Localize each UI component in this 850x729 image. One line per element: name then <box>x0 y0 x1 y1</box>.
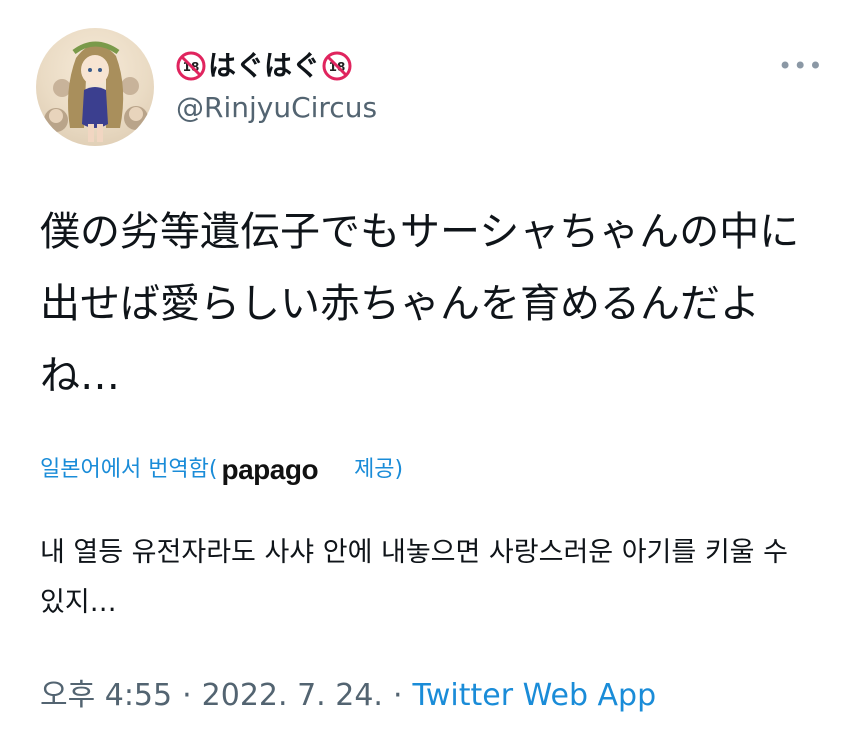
more-options-icon[interactable]: ••• <box>778 54 823 78</box>
avatar-image <box>44 41 148 142</box>
translated-text: 내 열등 유전자라도 사샤 안에 내놓으면 사랑스러운 아기를 키울 수 있지… <box>40 537 788 618</box>
display-name-text: はぐはぐ <box>208 49 321 82</box>
tweet-date[interactable]: 2022. 7. 24. <box>202 676 383 716</box>
meta-separator: · <box>392 678 403 713</box>
no-under-18-icon: 18 <box>322 51 352 81</box>
tweet-meta: 오후 4:55 · 2022. 7. 24. · Twitter Web App <box>40 676 656 716</box>
avatar[interactable] <box>36 28 154 146</box>
display-name[interactable]: 18 はぐはぐ 18 <box>176 48 352 84</box>
no-under-18-icon: 18 <box>176 51 206 81</box>
translation-attribution[interactable]: 일본어에서 번역함( papago 제공) <box>40 454 403 486</box>
tweet-text: 僕の劣等遺伝子でもサーシャちゃんの中に出せば愛らしい赤ちゃんを育めるんだよね… <box>40 209 800 399</box>
tweet-time[interactable]: 오후 4:55 <box>40 676 172 716</box>
translation-label-prefix: 일본어에서 번역함( <box>40 457 218 482</box>
meta-separator: · <box>182 678 192 713</box>
translation-label-suffix: 제공) <box>354 457 404 482</box>
user-handle[interactable]: @RinjyuCircus <box>176 90 377 126</box>
tweet-source-link[interactable]: Twitter Web App <box>413 676 657 716</box>
papago-logo: papago <box>221 454 319 485</box>
